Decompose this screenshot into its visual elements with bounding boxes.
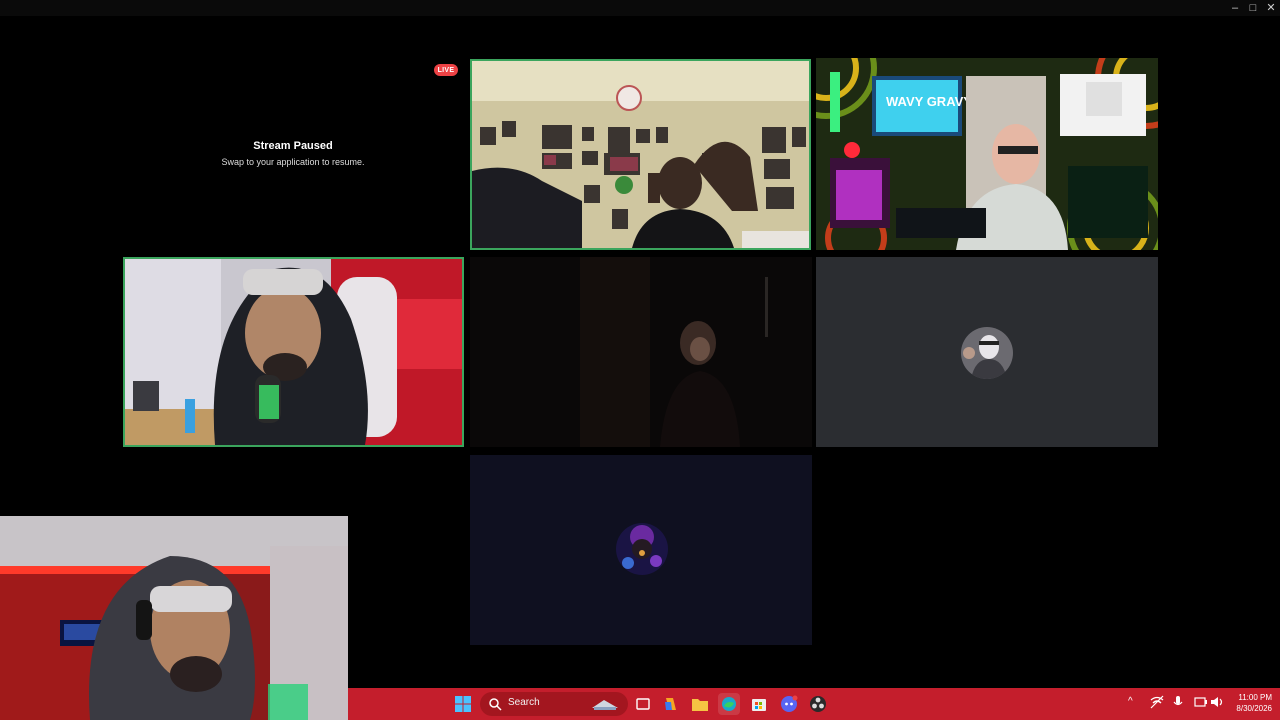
participant-video [125,259,462,445]
participant-video-tile-1[interactable] [470,59,811,250]
live-badge: LIVE [434,64,458,76]
stream-paused-subtitle: Swap to your application to resume. [221,157,365,167]
close-button[interactable]: ✕ [1260,0,1280,16]
taskbar-search-box[interactable]: Search [480,692,628,716]
participant-video-tile-2[interactable]: WAVY GRAVY [816,58,1158,250]
edge-browser-icon[interactable] [718,693,740,715]
participant-avatar-tile-1[interactable] [816,257,1158,447]
poster-text: WAVY GRAVY [886,94,972,109]
task-view-icon[interactable] [632,693,654,715]
store-icon[interactable] [748,693,770,715]
search-icon [489,698,502,711]
streamer-webcam-overlay [0,516,348,720]
stream-paused-tile[interactable]: Stream Paused Swap to your application t… [122,60,464,250]
discord-icon[interactable] [778,693,800,715]
clock-date: 8/30/2026 [1236,704,1272,713]
microphone-icon[interactable] [1172,695,1184,712]
participant-video: WAVY GRAVY [816,58,1158,250]
window-titlebar: – □ ✕ [0,0,1280,16]
search-highlight-icon [592,700,618,710]
search-placeholder: Search [508,697,540,708]
participant-video-tile-3[interactable] [123,257,464,447]
windows-taskbar: Search ^ 11:00 PM 8/30/2026 [348,688,1280,720]
participant-avatar [616,523,668,575]
stream-paused-title: Stream Paused [253,140,333,152]
participant-video [472,61,809,248]
network-icon[interactable] [1150,695,1164,712]
chevron-up-icon[interactable]: ^ [1128,696,1133,707]
battery-icon[interactable] [1194,695,1208,712]
obs-icon[interactable] [807,693,829,715]
copilot-icon[interactable] [660,693,682,715]
file-explorer-icon[interactable] [689,693,711,715]
participant-avatar [961,327,1013,379]
windows-start-icon[interactable] [452,693,474,715]
clock-time: 11:00 PM [1238,693,1272,702]
volume-icon[interactable] [1210,695,1224,712]
participant-avatar-tile-2[interactable] [470,455,812,645]
streamer-webcam-video [0,516,348,720]
participant-video-tile-4[interactable] [470,257,812,447]
taskbar-clock[interactable]: 11:00 PM 8/30/2026 [1236,692,1272,714]
participant-video [470,257,812,447]
